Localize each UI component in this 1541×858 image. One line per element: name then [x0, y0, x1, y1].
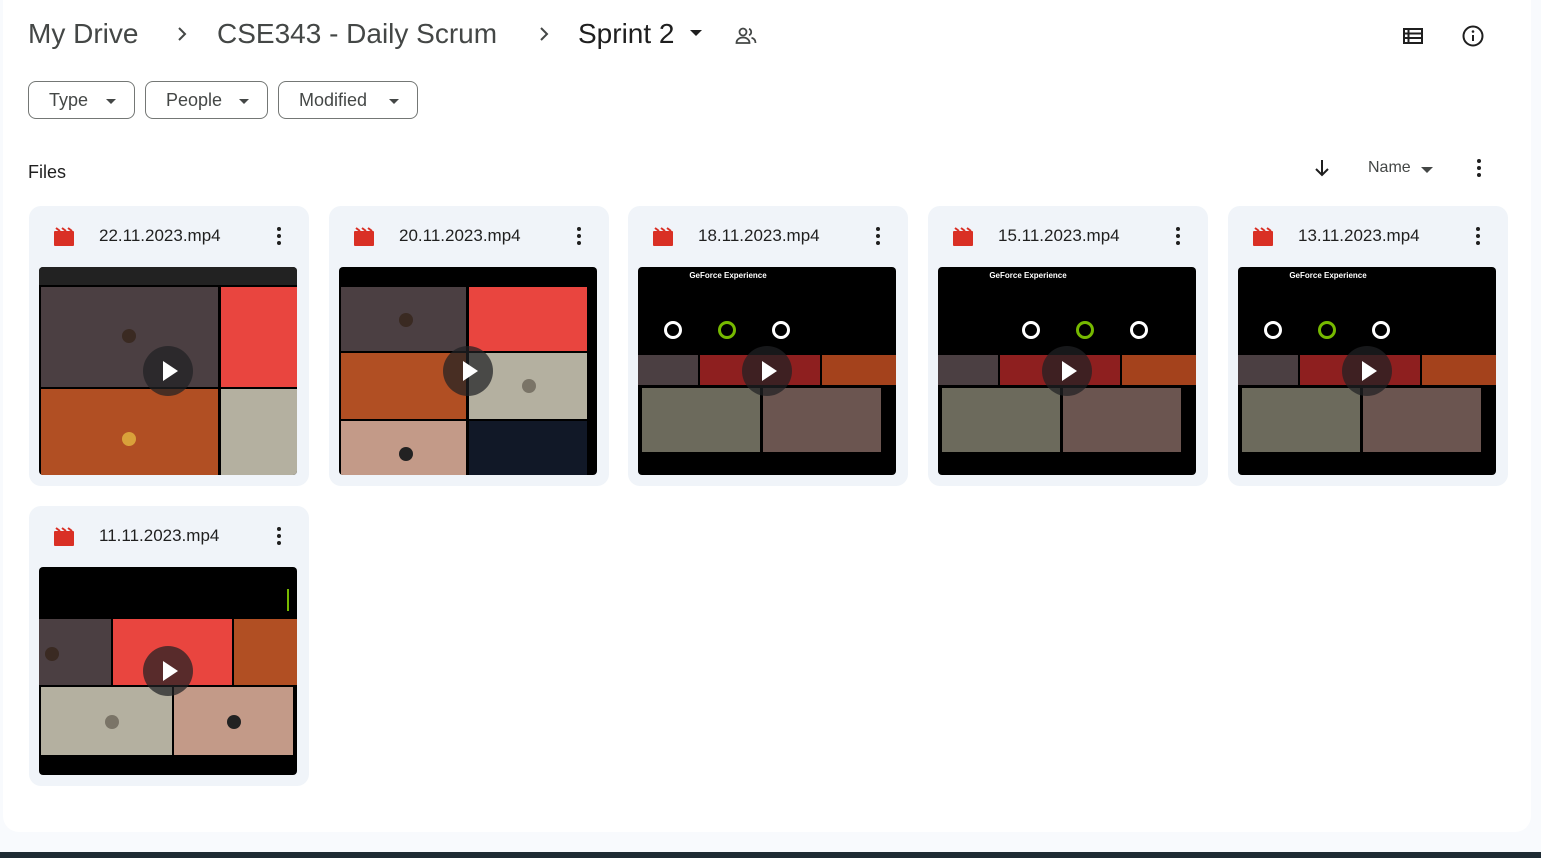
- arrow-down-icon[interactable]: [1310, 156, 1334, 180]
- more-vert-icon[interactable]: [1470, 224, 1486, 248]
- info-icon[interactable]: [1461, 24, 1485, 48]
- caret-down-icon: [389, 99, 399, 104]
- file-name[interactable]: 13.11.2023.mp4: [1298, 226, 1420, 246]
- file-card[interactable]: 20.11.2023.mp4: [329, 206, 609, 486]
- sort-by-name-button[interactable]: Name: [1368, 159, 1411, 177]
- thumbnail-overlay-title: GeForce Experience: [1289, 271, 1367, 280]
- file-card[interactable]: 18.11.2023.mp4 GeForce Experience: [628, 206, 908, 486]
- video-thumbnail[interactable]: GeForce Experience: [1238, 267, 1496, 475]
- caret-down-icon[interactable]: [1421, 167, 1433, 173]
- people-icon[interactable]: [734, 24, 758, 48]
- filter-people-chip[interactable]: People: [145, 81, 268, 119]
- more-vert-icon[interactable]: [571, 224, 587, 248]
- more-vert-icon[interactable]: [1469, 156, 1489, 180]
- file-name[interactable]: 20.11.2023.mp4: [399, 226, 521, 246]
- filter-modified-chip[interactable]: Modified: [278, 81, 418, 119]
- filter-people-label: People: [166, 89, 223, 110]
- filter-type-chip[interactable]: Type: [28, 81, 135, 119]
- filter-type-label: Type: [49, 89, 89, 110]
- file-name[interactable]: 22.11.2023.mp4: [99, 226, 221, 246]
- taskbar-edge: [0, 852, 1541, 858]
- video-thumbnail[interactable]: [339, 267, 597, 475]
- thumbnail-overlay-title: GeForce Experience: [689, 271, 767, 280]
- chevron-right-icon: [540, 27, 549, 41]
- play-icon[interactable]: [443, 346, 493, 396]
- more-vert-icon[interactable]: [271, 224, 287, 248]
- video-thumbnail[interactable]: [39, 267, 297, 475]
- video-icon: [653, 227, 673, 246]
- file-name[interactable]: 11.11.2023.mp4: [99, 526, 219, 546]
- video-thumbnail[interactable]: GeForce Experience: [938, 267, 1196, 475]
- file-card[interactable]: 15.11.2023.mp4 GeForce Experience: [928, 206, 1208, 486]
- file-name[interactable]: 18.11.2023.mp4: [698, 226, 820, 246]
- play-icon[interactable]: [143, 346, 193, 396]
- video-icon: [1253, 227, 1273, 246]
- play-icon[interactable]: [1342, 346, 1392, 396]
- file-card[interactable]: 11.11.2023.mp4: [29, 506, 309, 786]
- file-name[interactable]: 15.11.2023.mp4: [998, 226, 1120, 246]
- caret-down-icon: [239, 99, 249, 104]
- list-view-icon[interactable]: [1401, 24, 1425, 48]
- play-icon[interactable]: [143, 646, 193, 696]
- play-icon[interactable]: [1042, 346, 1092, 396]
- more-vert-icon[interactable]: [870, 224, 886, 248]
- chevron-right-icon: [178, 27, 187, 41]
- breadcrumb-my-drive[interactable]: My Drive: [28, 14, 138, 54]
- file-card[interactable]: 22.11.2023.mp4: [29, 206, 309, 486]
- video-thumbnail[interactable]: GeForce Experience: [638, 267, 896, 475]
- more-vert-icon[interactable]: [1170, 224, 1186, 248]
- more-vert-icon[interactable]: [271, 524, 287, 548]
- file-card[interactable]: 13.11.2023.mp4 GeForce Experience: [1228, 206, 1508, 486]
- play-icon[interactable]: [742, 346, 792, 396]
- video-icon: [54, 527, 74, 546]
- video-icon: [953, 227, 973, 246]
- filter-modified-label: Modified: [299, 89, 368, 110]
- breadcrumb-folder[interactable]: CSE343 - Daily Scrum: [217, 14, 497, 54]
- video-icon: [54, 227, 74, 246]
- caret-down-icon: [106, 99, 116, 104]
- breadcrumb-current-folder[interactable]: Sprint 2: [578, 14, 675, 54]
- video-icon: [354, 227, 374, 246]
- caret-down-icon[interactable]: [690, 30, 702, 36]
- thumbnail-overlay-title: GeForce Experience: [989, 271, 1067, 280]
- video-thumbnail[interactable]: [39, 567, 297, 775]
- files-section-title: Files: [28, 162, 67, 182]
